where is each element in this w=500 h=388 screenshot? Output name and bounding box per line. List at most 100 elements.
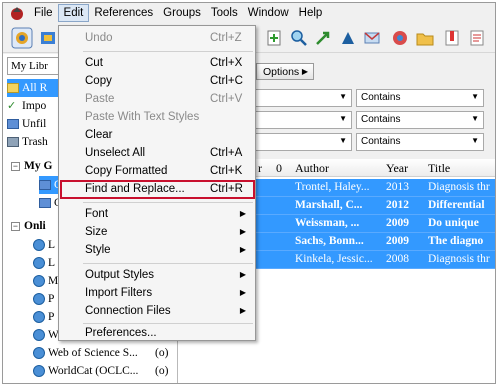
online-source[interactable]: P <box>33 308 54 326</box>
menu-item-unselect-all[interactable]: Unselect All Ctrl+A <box>60 145 254 163</box>
column-header-attachment[interactable]: 0 <box>276 161 282 176</box>
submenu-arrow-icon: ▶ <box>239 270 246 279</box>
operator-value: Contains <box>361 136 401 147</box>
menu-item-cut[interactable]: Cut Ctrl+X <box>60 55 254 73</box>
menu-item-label: Output Styles <box>85 269 155 281</box>
menu-item-label: Size <box>85 226 108 238</box>
search-operator-select[interactable]: Contains ▼ <box>356 133 484 151</box>
bookmark-icon[interactable] <box>443 29 461 47</box>
menu-item-label: Copy <box>85 75 112 87</box>
submenu-arrow-icon: ▶ <box>239 306 246 315</box>
options-label: Options <box>263 66 300 78</box>
menu-item-copy[interactable]: Copy Ctrl+C <box>60 73 254 91</box>
column-header-author[interactable]: Author <box>295 161 329 176</box>
menu-tools[interactable]: Tools <box>206 5 243 21</box>
document-icon[interactable] <box>468 29 486 47</box>
online-search-header[interactable]: − Onli <box>11 217 46 235</box>
group-label: Impo <box>22 100 47 112</box>
reference-year: 2013 <box>386 181 409 193</box>
cite-while-you-write-icon[interactable] <box>391 29 409 47</box>
search-operator-select[interactable]: Contains ▼ <box>356 89 484 107</box>
menu-item-paste[interactable]: Paste Ctrl+V <box>60 91 254 109</box>
menu-item-clear[interactable]: Clear <box>60 127 254 145</box>
submenu-arrow-icon: ▶ <box>239 209 246 218</box>
open-folder-icon[interactable] <box>416 29 434 47</box>
menu-item-shortcut: Ctrl+C <box>210 75 243 87</box>
email-reference-icon[interactable] <box>363 29 381 47</box>
online-source[interactable]: L <box>33 254 55 272</box>
group-folder-icon <box>39 198 51 208</box>
new-reference-icon[interactable] <box>265 29 283 47</box>
references-icon <box>7 83 19 93</box>
collapse-toggle-icon[interactable]: − <box>11 221 20 231</box>
operator-value: Contains <box>361 92 401 103</box>
menu-separator <box>83 51 253 52</box>
column-header-title[interactable]: Title <box>428 161 450 176</box>
menu-item-font[interactable]: Font ▶ <box>60 206 254 224</box>
options-button[interactable]: Options ▶ <box>256 63 314 80</box>
open-link-icon[interactable] <box>339 29 357 47</box>
online-source-web-of-science[interactable]: Web of Science S... (o) <box>33 344 173 362</box>
search-source-icon <box>33 311 45 323</box>
column-header-year[interactable]: Year <box>386 161 408 176</box>
menu-item-shortcut: Ctrl+V <box>210 93 243 105</box>
my-groups-header[interactable]: − My G <box>11 157 52 175</box>
menu-references[interactable]: References <box>89 5 158 21</box>
online-source-worldcat[interactable]: WorldCat (OCLC... (o) <box>33 362 173 380</box>
online-search-icon[interactable] <box>290 29 308 47</box>
online-source[interactable]: L <box>33 236 55 254</box>
menu-item-paste-with-text-styles[interactable]: Paste With Text Styles <box>60 109 254 127</box>
menu-edit[interactable]: Edit <box>57 4 90 22</box>
menu-separator <box>83 202 253 203</box>
menu-groups[interactable]: Groups <box>158 5 206 21</box>
reference-title: The diagno <box>428 235 484 247</box>
menu-item-connection-files[interactable]: Connection Files ▶ <box>60 303 254 321</box>
dropdown-arrow-icon: ▼ <box>471 114 479 123</box>
group-unfiled[interactable]: Unfil <box>7 115 46 133</box>
column-header-read[interactable]: r <box>258 161 262 176</box>
dropdown-arrow-icon: ▼ <box>471 92 479 101</box>
reference-year: 2008 <box>386 253 409 265</box>
online-mode-icon[interactable] <box>39 29 57 47</box>
find-full-text-icon[interactable] <box>314 29 332 47</box>
menu-item-label: Unselect All <box>85 147 146 159</box>
menu-help[interactable]: Help <box>294 5 328 21</box>
menu-file[interactable]: File <box>29 5 58 21</box>
menu-item-copy-formatted[interactable]: Copy Formatted Ctrl+K <box>60 163 254 181</box>
menu-window[interactable]: Window <box>243 5 294 21</box>
menu-item-label: Clear <box>85 129 113 141</box>
menu-item-label: Cut <box>85 57 103 69</box>
menu-item-label: Paste <box>85 93 115 105</box>
menu-item-import-filters[interactable]: Import Filters ▶ <box>60 285 254 303</box>
menu-item-shortcut: Ctrl+Z <box>210 32 242 44</box>
local-library-mode-icon[interactable] <box>11 27 33 49</box>
search-operator-select[interactable]: Contains ▼ <box>356 111 484 129</box>
menu-item-undo[interactable]: Undo Ctrl+Z <box>60 30 254 48</box>
online-source[interactable]: M <box>33 272 58 290</box>
group-label: Trash <box>22 136 48 148</box>
source-label: Web of Science S... <box>48 347 138 359</box>
menu-item-size[interactable]: Size ▶ <box>60 224 254 242</box>
section-label: My G <box>24 160 53 172</box>
menu-item-style[interactable]: Style ▶ <box>60 242 254 260</box>
dropdown-arrow-icon: ▼ <box>339 92 347 101</box>
search-source-icon <box>33 275 45 287</box>
collapse-toggle-icon[interactable]: − <box>11 161 20 171</box>
section-label: Onli <box>24 220 46 232</box>
group-imported-references[interactable]: ✓ Impo <box>7 97 46 115</box>
unfiled-icon <box>7 119 19 129</box>
reference-year: 2009 <box>386 235 409 247</box>
reference-author: Marshall, C... <box>295 199 363 211</box>
menu-item-preferences[interactable]: Preferences... <box>60 325 254 343</box>
source-label: WorldCat (OCLC... <box>48 365 139 377</box>
dropdown-arrow-icon: ▼ <box>471 136 479 145</box>
group-trash[interactable]: Trash <box>7 133 48 151</box>
search-source-icon <box>33 329 45 341</box>
menu-item-label: Paste With Text Styles <box>85 111 200 123</box>
menu-item-output-styles[interactable]: Output Styles ▶ <box>60 267 254 285</box>
submenu-arrow-icon: ▶ <box>239 245 246 254</box>
group-label: All R <box>22 82 48 94</box>
online-source[interactable]: W <box>33 326 59 344</box>
online-source[interactable]: P <box>33 290 54 308</box>
menu-item-label: Style <box>85 244 111 256</box>
